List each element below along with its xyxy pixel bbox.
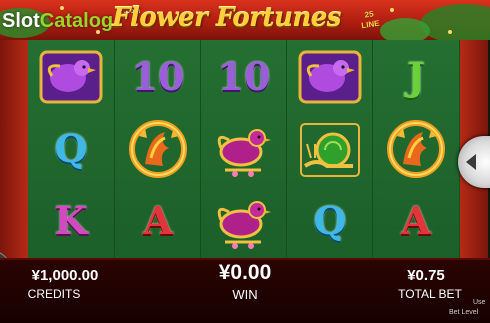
win-label: WIN <box>232 287 258 302</box>
leaf-decoration <box>420 4 490 40</box>
reel-4: Q <box>286 40 373 258</box>
total-bet-value: ¥0.75 <box>407 267 445 284</box>
reel-symbol-a: A <box>115 185 201 257</box>
reel-3: 10 <box>200 40 287 258</box>
lines-word: LINE <box>360 18 381 31</box>
logo-text-b: Catalog <box>39 10 114 32</box>
total-bet-label: TOTAL BET <box>398 287 462 301</box>
reel-symbol-10: 10 <box>201 41 287 113</box>
leaf-decoration <box>380 18 430 40</box>
reel-symbol-bird-purple <box>28 41 114 113</box>
reel-symbol-phoenix-gold <box>373 113 459 185</box>
reel-symbol-bird-purple <box>287 41 373 113</box>
game-title: Flower Fortunes <box>112 3 341 33</box>
reel-symbol-snail-green <box>287 113 373 185</box>
reel-symbol-hen-pink <box>201 113 287 185</box>
reel-symbol-phoenix-gold <box>115 113 201 185</box>
reel-frame-left <box>0 40 28 258</box>
symbol-label: J <box>407 54 425 99</box>
reel-symbol-hen-pink <box>201 185 287 257</box>
credits-value: ¥1,000.00 <box>31 267 99 284</box>
reel-symbol-k: K <box>28 185 114 257</box>
reel-symbol-a: A <box>373 185 459 257</box>
symbol-label: 10 <box>131 54 185 99</box>
hen-pink-icon <box>217 201 271 249</box>
symbol-label: A <box>143 198 173 243</box>
symbol-label: A <box>401 198 431 243</box>
symbol-label: Q <box>313 198 347 243</box>
phoenix-gold-icon <box>387 120 445 178</box>
credits-label: CREDITS <box>27 287 81 301</box>
hen-pink-icon <box>217 129 271 177</box>
bird-purple-icon <box>298 50 362 104</box>
bet-level-hint: Bet Level <box>449 309 479 316</box>
symbol-label: 10 <box>217 54 271 99</box>
phoenix-gold-icon <box>129 120 187 178</box>
sparkle-decoration <box>390 8 394 12</box>
status-bar-divider <box>0 258 490 260</box>
spin-arrow-icon <box>466 154 476 170</box>
symbol-label: Q <box>54 126 88 171</box>
reel-symbol-j: J <box>373 41 459 113</box>
logo-text-a: Slot <box>2 10 40 32</box>
win-value: ¥0.00 <box>218 261 272 284</box>
reel-symbol-q: Q <box>28 113 114 185</box>
reel-1: QK <box>28 40 114 258</box>
reel-2: 10 A <box>114 40 201 258</box>
sparkle-decoration <box>448 30 452 34</box>
use-hint: Use <box>473 299 486 306</box>
status-bar: ¥1,000.00 CREDITS ¥0.00 WIN ¥0.75 TOTAL … <box>0 258 490 323</box>
reel-symbol-10: 10 <box>115 41 201 113</box>
lines-badge: 25 LINE <box>357 8 384 33</box>
reel-symbol-q: Q <box>287 185 373 257</box>
reel-5: JA <box>372 40 459 258</box>
bird-purple-icon <box>39 50 103 104</box>
site-logo: SlotCatalog <box>2 10 113 32</box>
snail-green-icon <box>300 123 360 177</box>
reel-grid: QK 10 A 10 Q JA <box>28 40 460 258</box>
symbol-label: K <box>54 198 88 243</box>
